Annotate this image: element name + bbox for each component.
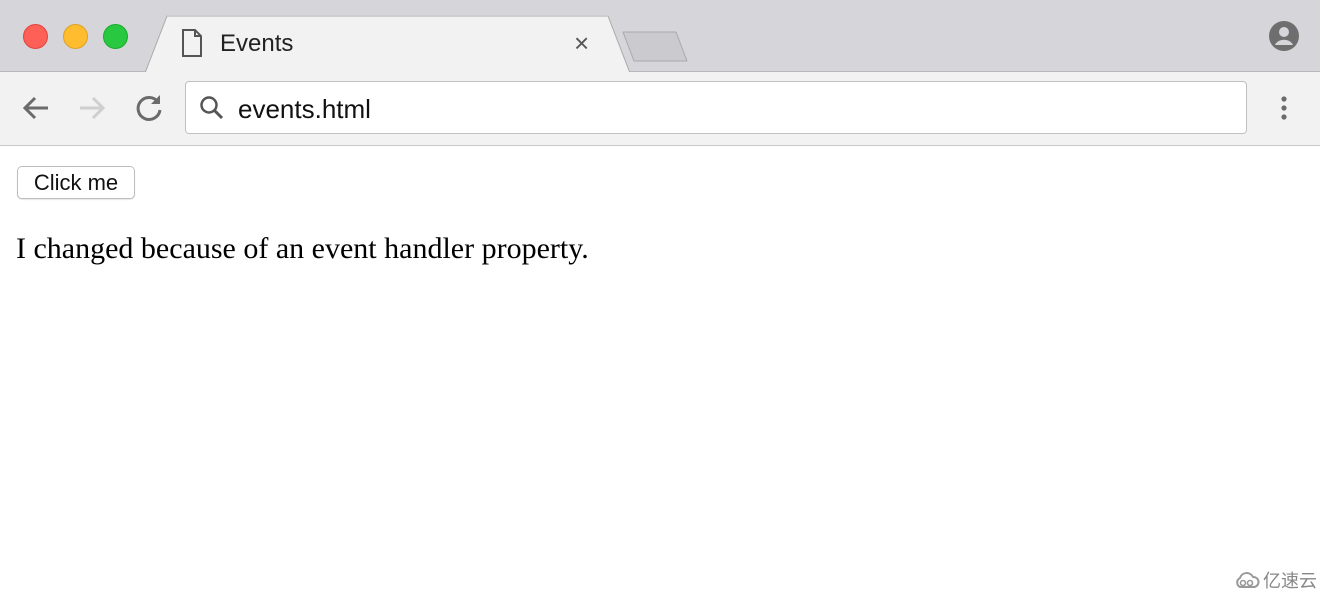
tab-outline (145, 15, 630, 73)
status-paragraph: I changed because of an event handler pr… (16, 232, 589, 265)
address-bar[interactable]: events.html (185, 81, 1247, 134)
cloud-logo-icon (1236, 572, 1260, 588)
toolbar: events.html (0, 72, 1320, 146)
tab-close-icon[interactable]: × (574, 28, 589, 59)
close-window-button[interactable] (23, 24, 48, 49)
watermark: 亿速云 (1234, 567, 1317, 593)
back-arrow-icon[interactable] (18, 90, 54, 126)
title-bar: Events × (0, 0, 1320, 73)
page-icon (182, 29, 202, 57)
menu-kebab-icon[interactable] (1274, 94, 1294, 124)
reload-icon[interactable] (131, 90, 167, 126)
forward-arrow-icon[interactable] (74, 90, 110, 126)
profile-icon[interactable] (1268, 20, 1300, 52)
search-icon (200, 96, 224, 120)
maximize-window-button[interactable] (103, 24, 128, 49)
click-me-button[interactable]: Click me (17, 166, 135, 199)
new-tab-button[interactable] (622, 31, 688, 62)
minimize-window-button[interactable] (63, 24, 88, 49)
watermark-text: 亿速云 (1263, 571, 1317, 591)
url-text: events.html (238, 94, 371, 124)
tab-title: Events (220, 30, 294, 57)
